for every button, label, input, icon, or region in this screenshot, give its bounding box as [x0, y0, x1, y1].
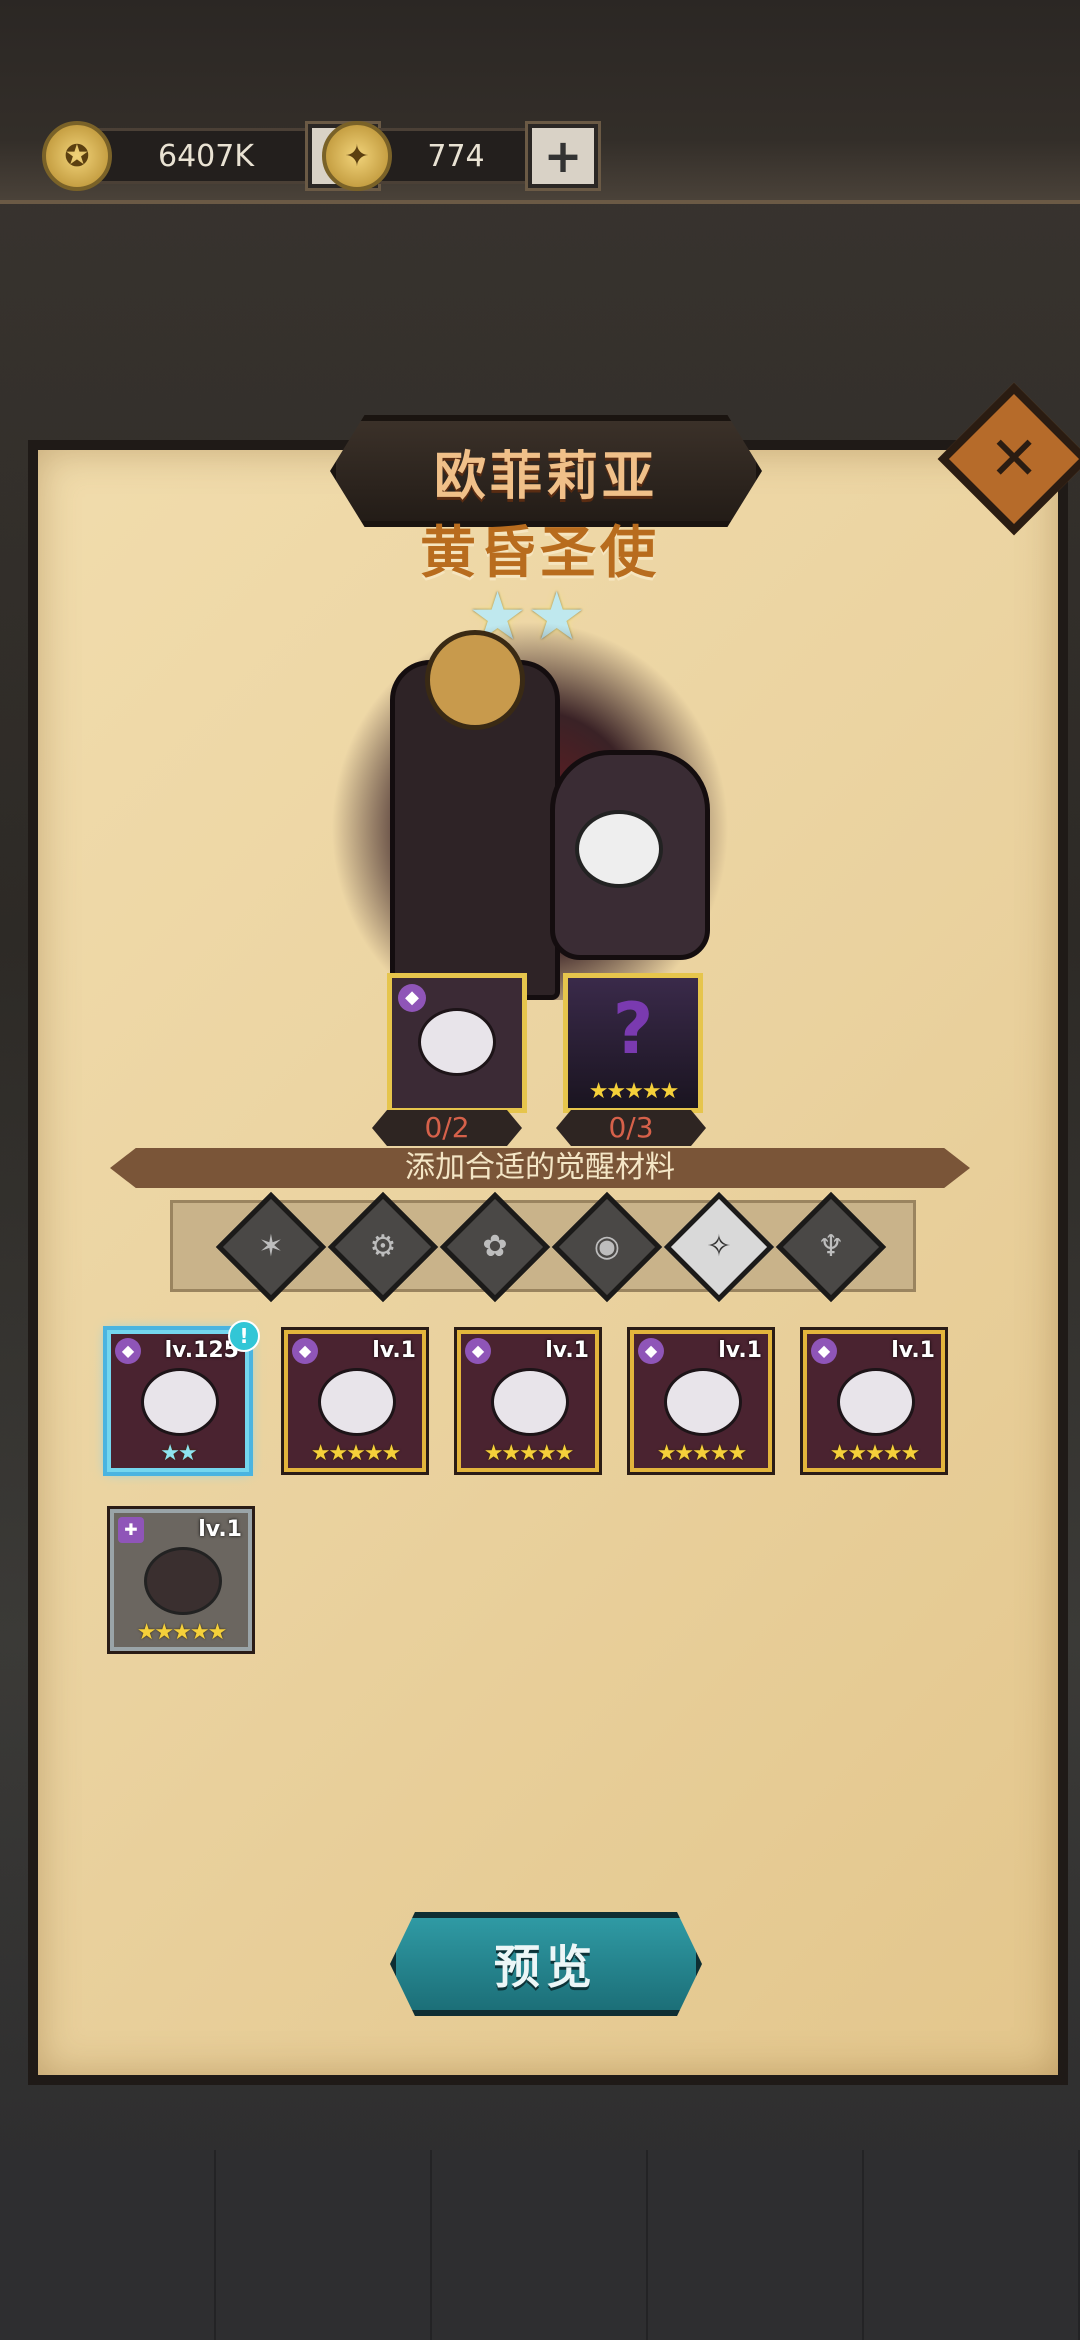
card-star-rating: ★★★★★ [483, 1441, 575, 1466]
gem-icon: ✦ [322, 121, 392, 191]
hero-portrait [330, 620, 730, 1000]
generic-hero-card[interactable]: ✚ lv.1 ★★★★★ [110, 1509, 252, 1651]
hero-card[interactable]: ◆ lv.1 ★★★★★ [284, 1330, 426, 1472]
alert-icon: ! [228, 1320, 260, 1352]
bottom-nav [0, 2150, 1080, 2340]
faction-badge-icon: ◆ [115, 1338, 141, 1364]
card-star-rating: ★★★★★ [136, 1620, 228, 1645]
nav-tab[interactable] [648, 2150, 864, 2340]
nav-tab[interactable] [432, 2150, 648, 2340]
question-mark-icon: ? [612, 988, 654, 1070]
hero-name: 欧菲莉亚 [433, 446, 658, 507]
preview-button-label: 预览 [494, 1940, 598, 1994]
card-level: lv.125 [164, 1338, 239, 1363]
preview-button[interactable]: 预览 [390, 1912, 702, 2016]
faction-all-icon: ✶ [258, 1229, 284, 1264]
nav-tab[interactable] [0, 2150, 216, 2340]
card-level: lv.1 [198, 1517, 242, 1542]
hero-companion-face [575, 810, 663, 888]
faction-eye-icon: ◉ [593, 1229, 621, 1264]
card-level: lv.1 [545, 1338, 589, 1363]
material-hint-ribbon: 添加合适的觉醒材料 [110, 1148, 970, 1188]
slot-hero-face [418, 1008, 496, 1076]
hero-card[interactable]: ◆ lv.1 ★★★★★ [630, 1330, 772, 1472]
hero-card[interactable]: ◆ lv.125 ★★ [107, 1330, 249, 1472]
faction-gear-icon: ⚙ [369, 1229, 397, 1264]
card-level: lv.1 [718, 1338, 762, 1363]
faction-badge-icon: ◆ [465, 1338, 491, 1364]
faction-badge-icon: ◆ [292, 1338, 318, 1364]
faction-badge-icon: ◆ [398, 984, 426, 1012]
card-level: lv.1 [891, 1338, 935, 1363]
hero-title: 黄昏圣使 [420, 521, 660, 586]
card-hero-face [837, 1368, 915, 1436]
faction-light-icon: ✧ [706, 1229, 732, 1264]
card-star-rating: ★★ [160, 1441, 197, 1466]
hero-card[interactable]: ◆ lv.1 ★★★★★ [803, 1330, 945, 1472]
generic-badge-icon: ✚ [118, 1517, 144, 1543]
card-hero-face [141, 1368, 219, 1436]
card-level: lv.1 [372, 1338, 416, 1363]
material-count-generic: 0/3 [556, 1110, 706, 1146]
card-star-rating: ★★★★★ [656, 1441, 748, 1466]
card-star-rating: ★★★★★ [310, 1441, 402, 1466]
gold-value: 6407K [98, 128, 314, 184]
add-gem-button[interactable]: + [528, 124, 598, 188]
material-slot-hero[interactable]: ◆ [387, 973, 527, 1113]
material-slot-generic[interactable]: ? ★★★★★ [563, 973, 703, 1113]
resource-bar: ✪ 6407K + ✦ 774 + [0, 0, 1080, 204]
faction-badge-icon: ◆ [811, 1338, 837, 1364]
faction-badge-icon: ◆ [638, 1338, 664, 1364]
gem-resource: ✦ 774 + [322, 120, 598, 192]
hero-card[interactable]: ◆ lv.1 ★★★★★ [457, 1330, 599, 1472]
card-hero-face [144, 1547, 222, 1615]
close-icon: ✕ [988, 424, 1040, 494]
card-hero-face [664, 1368, 742, 1436]
gem-value: 774 [378, 128, 534, 184]
nav-tab[interactable] [216, 2150, 432, 2340]
slot-star-rating: ★★★★★ [588, 1079, 680, 1104]
material-count-hero: 0/2 [372, 1110, 522, 1146]
faction-dark-icon: ♆ [817, 1229, 845, 1264]
gold-coin-icon: ✪ [42, 121, 112, 191]
card-hero-face [318, 1368, 396, 1436]
card-hero-face [491, 1368, 569, 1436]
card-star-rating: ★★★★★ [829, 1441, 921, 1466]
faction-clover-icon: ✿ [482, 1229, 508, 1264]
hero-mask [425, 630, 525, 730]
nav-tab[interactable] [864, 2150, 1080, 2340]
